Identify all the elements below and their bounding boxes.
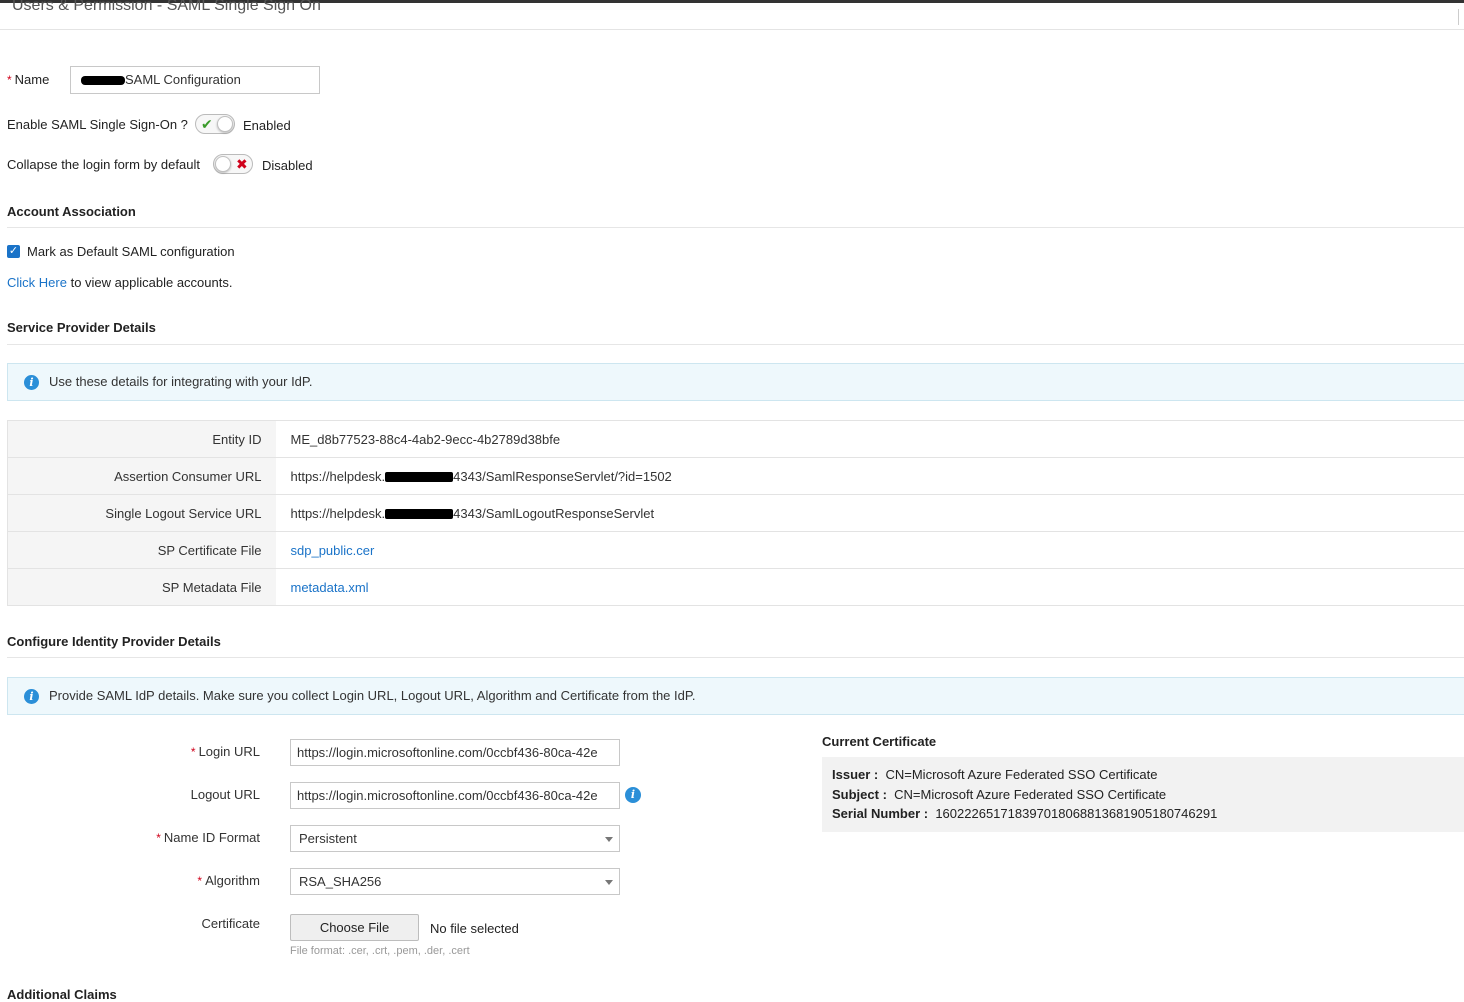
name-id-label: Name ID Format bbox=[164, 830, 260, 845]
sp-cert-label: SP Certificate File bbox=[8, 532, 276, 569]
idp-info-message: Provide SAML IdP details. Make sure you … bbox=[49, 688, 695, 703]
enable-saml-label: Enable SAML Single Sign-On ? bbox=[7, 117, 188, 132]
service-provider-title: Service Provider Details bbox=[7, 320, 156, 335]
chevron-down-icon bbox=[605, 837, 613, 842]
redacted-text bbox=[385, 472, 453, 482]
sp-metadata-link[interactable]: metadata.xml bbox=[291, 580, 369, 595]
required-asterisk: * bbox=[197, 874, 202, 888]
table-row: Single Logout Service URL https://helpde… bbox=[8, 495, 1464, 532]
entity-id-label: Entity ID bbox=[8, 421, 276, 458]
acs-url-label: Assertion Consumer URL bbox=[8, 458, 276, 495]
name-id-selected: Persistent bbox=[299, 831, 357, 846]
sp-info-message: Use these details for integrating with y… bbox=[49, 374, 313, 389]
cert-serial-label: Serial Number : bbox=[832, 806, 928, 821]
no-file-text: No file selected bbox=[430, 921, 519, 936]
name-id-select[interactable]: Persistent bbox=[290, 825, 620, 852]
sp-info-box: i Use these details for integrating with… bbox=[7, 363, 1464, 401]
slo-url-suffix: 4343/SamlLogoutResponseServlet bbox=[453, 506, 654, 521]
slo-url-label: Single Logout Service URL bbox=[8, 495, 276, 532]
sp-metadata-label: SP Metadata File bbox=[8, 569, 276, 606]
name-input-value: SAML Configuration bbox=[125, 72, 241, 87]
required-asterisk: * bbox=[7, 73, 12, 87]
file-format-hint: File format: .cer, .crt, .pem, .der, .ce… bbox=[290, 945, 470, 957]
toggle-knob bbox=[217, 116, 233, 132]
certificate-label: Certificate bbox=[60, 916, 260, 931]
cert-issuer-label: Issuer : bbox=[832, 767, 878, 782]
click-here-link[interactable]: Click Here bbox=[7, 275, 67, 290]
algorithm-selected: RSA_SHA256 bbox=[299, 874, 381, 889]
algorithm-select[interactable]: RSA_SHA256 bbox=[290, 868, 620, 895]
acs-url-value: https://helpdesk. 4343/SamlResponseServle… bbox=[276, 458, 1464, 495]
cert-serial-row: Serial Number : 160222651718397018068813… bbox=[832, 806, 1217, 821]
current-cert-title: Current Certificate bbox=[822, 734, 936, 749]
required-asterisk: * bbox=[191, 745, 196, 759]
name-label-wrap: *Name bbox=[7, 72, 49, 87]
acs-url-prefix: https://helpdesk. bbox=[291, 469, 386, 484]
section-divider bbox=[7, 227, 1464, 228]
sp-cert-link[interactable]: sdp_public.cer bbox=[291, 543, 375, 558]
redacted-text bbox=[81, 76, 125, 85]
enable-saml-toggle[interactable]: ✔ bbox=[195, 114, 235, 134]
name-input[interactable]: SAML Configuration bbox=[70, 66, 320, 94]
cert-subject-row: Subject : CN=Microsoft Azure Federated S… bbox=[832, 787, 1166, 802]
table-row: Entity ID ME_d8b77523-88c4-4ab2-9ecc-4b2… bbox=[8, 421, 1464, 458]
algorithm-label-wrap: *Algorithm bbox=[60, 873, 260, 888]
section-divider bbox=[7, 344, 1464, 345]
cert-subject-label: Subject : bbox=[832, 787, 887, 802]
required-asterisk: * bbox=[156, 831, 161, 845]
sp-details-table: Entity ID ME_d8b77523-88c4-4ab2-9ecc-4b2… bbox=[7, 420, 1464, 606]
idp-title: Configure Identity Provider Details bbox=[7, 634, 221, 649]
window-title-bar: Users & Permission - SAML Single Sign On bbox=[0, 0, 1464, 30]
click-here-suffix: to view applicable accounts. bbox=[71, 275, 233, 290]
cert-serial-value: 160222651718397018068813681905180746291 bbox=[935, 806, 1217, 821]
default-saml-checkbox[interactable]: ✓ bbox=[7, 245, 20, 258]
choose-file-button[interactable]: Choose File bbox=[290, 914, 419, 941]
algorithm-label: Algorithm bbox=[205, 873, 260, 888]
name-id-label-wrap: *Name ID Format bbox=[60, 830, 260, 845]
account-association-title: Account Association bbox=[7, 204, 136, 219]
slo-url-prefix: https://helpdesk. bbox=[291, 506, 386, 521]
login-url-label: Login URL bbox=[199, 744, 260, 759]
name-label: Name bbox=[15, 72, 50, 87]
page-title: Users & Permission - SAML Single Sign On bbox=[12, 0, 321, 15]
table-row: SP Certificate File sdp_public.cer bbox=[8, 532, 1464, 569]
default-saml-label: Mark as Default SAML configuration bbox=[27, 244, 235, 259]
table-row: Assertion Consumer URL https://helpdesk.… bbox=[8, 458, 1464, 495]
cert-issuer-row: Issuer : CN=Microsoft Azure Federated SS… bbox=[832, 767, 1158, 782]
chevron-down-icon bbox=[605, 880, 613, 885]
login-url-input[interactable]: https://login.microsoftonline.com/0ccbf4… bbox=[290, 739, 620, 766]
acs-url-suffix: 4343/SamlResponseServlet/?id=1502 bbox=[453, 469, 672, 484]
table-row: SP Metadata File metadata.xml bbox=[8, 569, 1464, 606]
idp-info-box: i Provide SAML IdP details. Make sure yo… bbox=[7, 677, 1464, 715]
window-corner bbox=[1458, 9, 1464, 25]
logout-url-input[interactable]: https://login.microsoftonline.com/0ccbf4… bbox=[290, 782, 620, 809]
section-divider bbox=[7, 657, 1464, 658]
logout-url-label: Logout URL bbox=[60, 787, 260, 802]
info-icon: i bbox=[24, 375, 39, 390]
cross-icon: ✖ bbox=[236, 155, 248, 173]
redacted-text bbox=[385, 509, 453, 519]
click-here-row: Click Here to view applicable accounts. bbox=[7, 275, 232, 290]
logout-info-icon[interactable]: i bbox=[625, 787, 641, 803]
cert-issuer-value: CN=Microsoft Azure Federated SSO Certifi… bbox=[885, 767, 1157, 782]
slo-url-value: https://helpdesk. 4343/SamlLogoutResponse… bbox=[276, 495, 1464, 532]
entity-id-value: ME_d8b77523-88c4-4ab2-9ecc-4b2789d38bfe bbox=[276, 421, 1464, 458]
toggle-knob bbox=[215, 156, 231, 172]
collapse-form-label: Collapse the login form by default bbox=[7, 157, 200, 172]
sp-cert-cell: sdp_public.cer bbox=[276, 532, 1464, 569]
info-icon: i bbox=[24, 689, 39, 704]
collapse-form-state: Disabled bbox=[262, 158, 313, 173]
cert-subject-value: CN=Microsoft Azure Federated SSO Certifi… bbox=[894, 787, 1166, 802]
sp-metadata-cell: metadata.xml bbox=[276, 569, 1464, 606]
login-url-label-wrap: *Login URL bbox=[60, 744, 260, 759]
collapse-form-toggle[interactable]: ✖ bbox=[213, 154, 253, 174]
enable-saml-state: Enabled bbox=[243, 118, 291, 133]
check-icon: ✔ bbox=[201, 115, 213, 133]
current-cert-box: Issuer : CN=Microsoft Azure Federated SS… bbox=[822, 757, 1464, 832]
